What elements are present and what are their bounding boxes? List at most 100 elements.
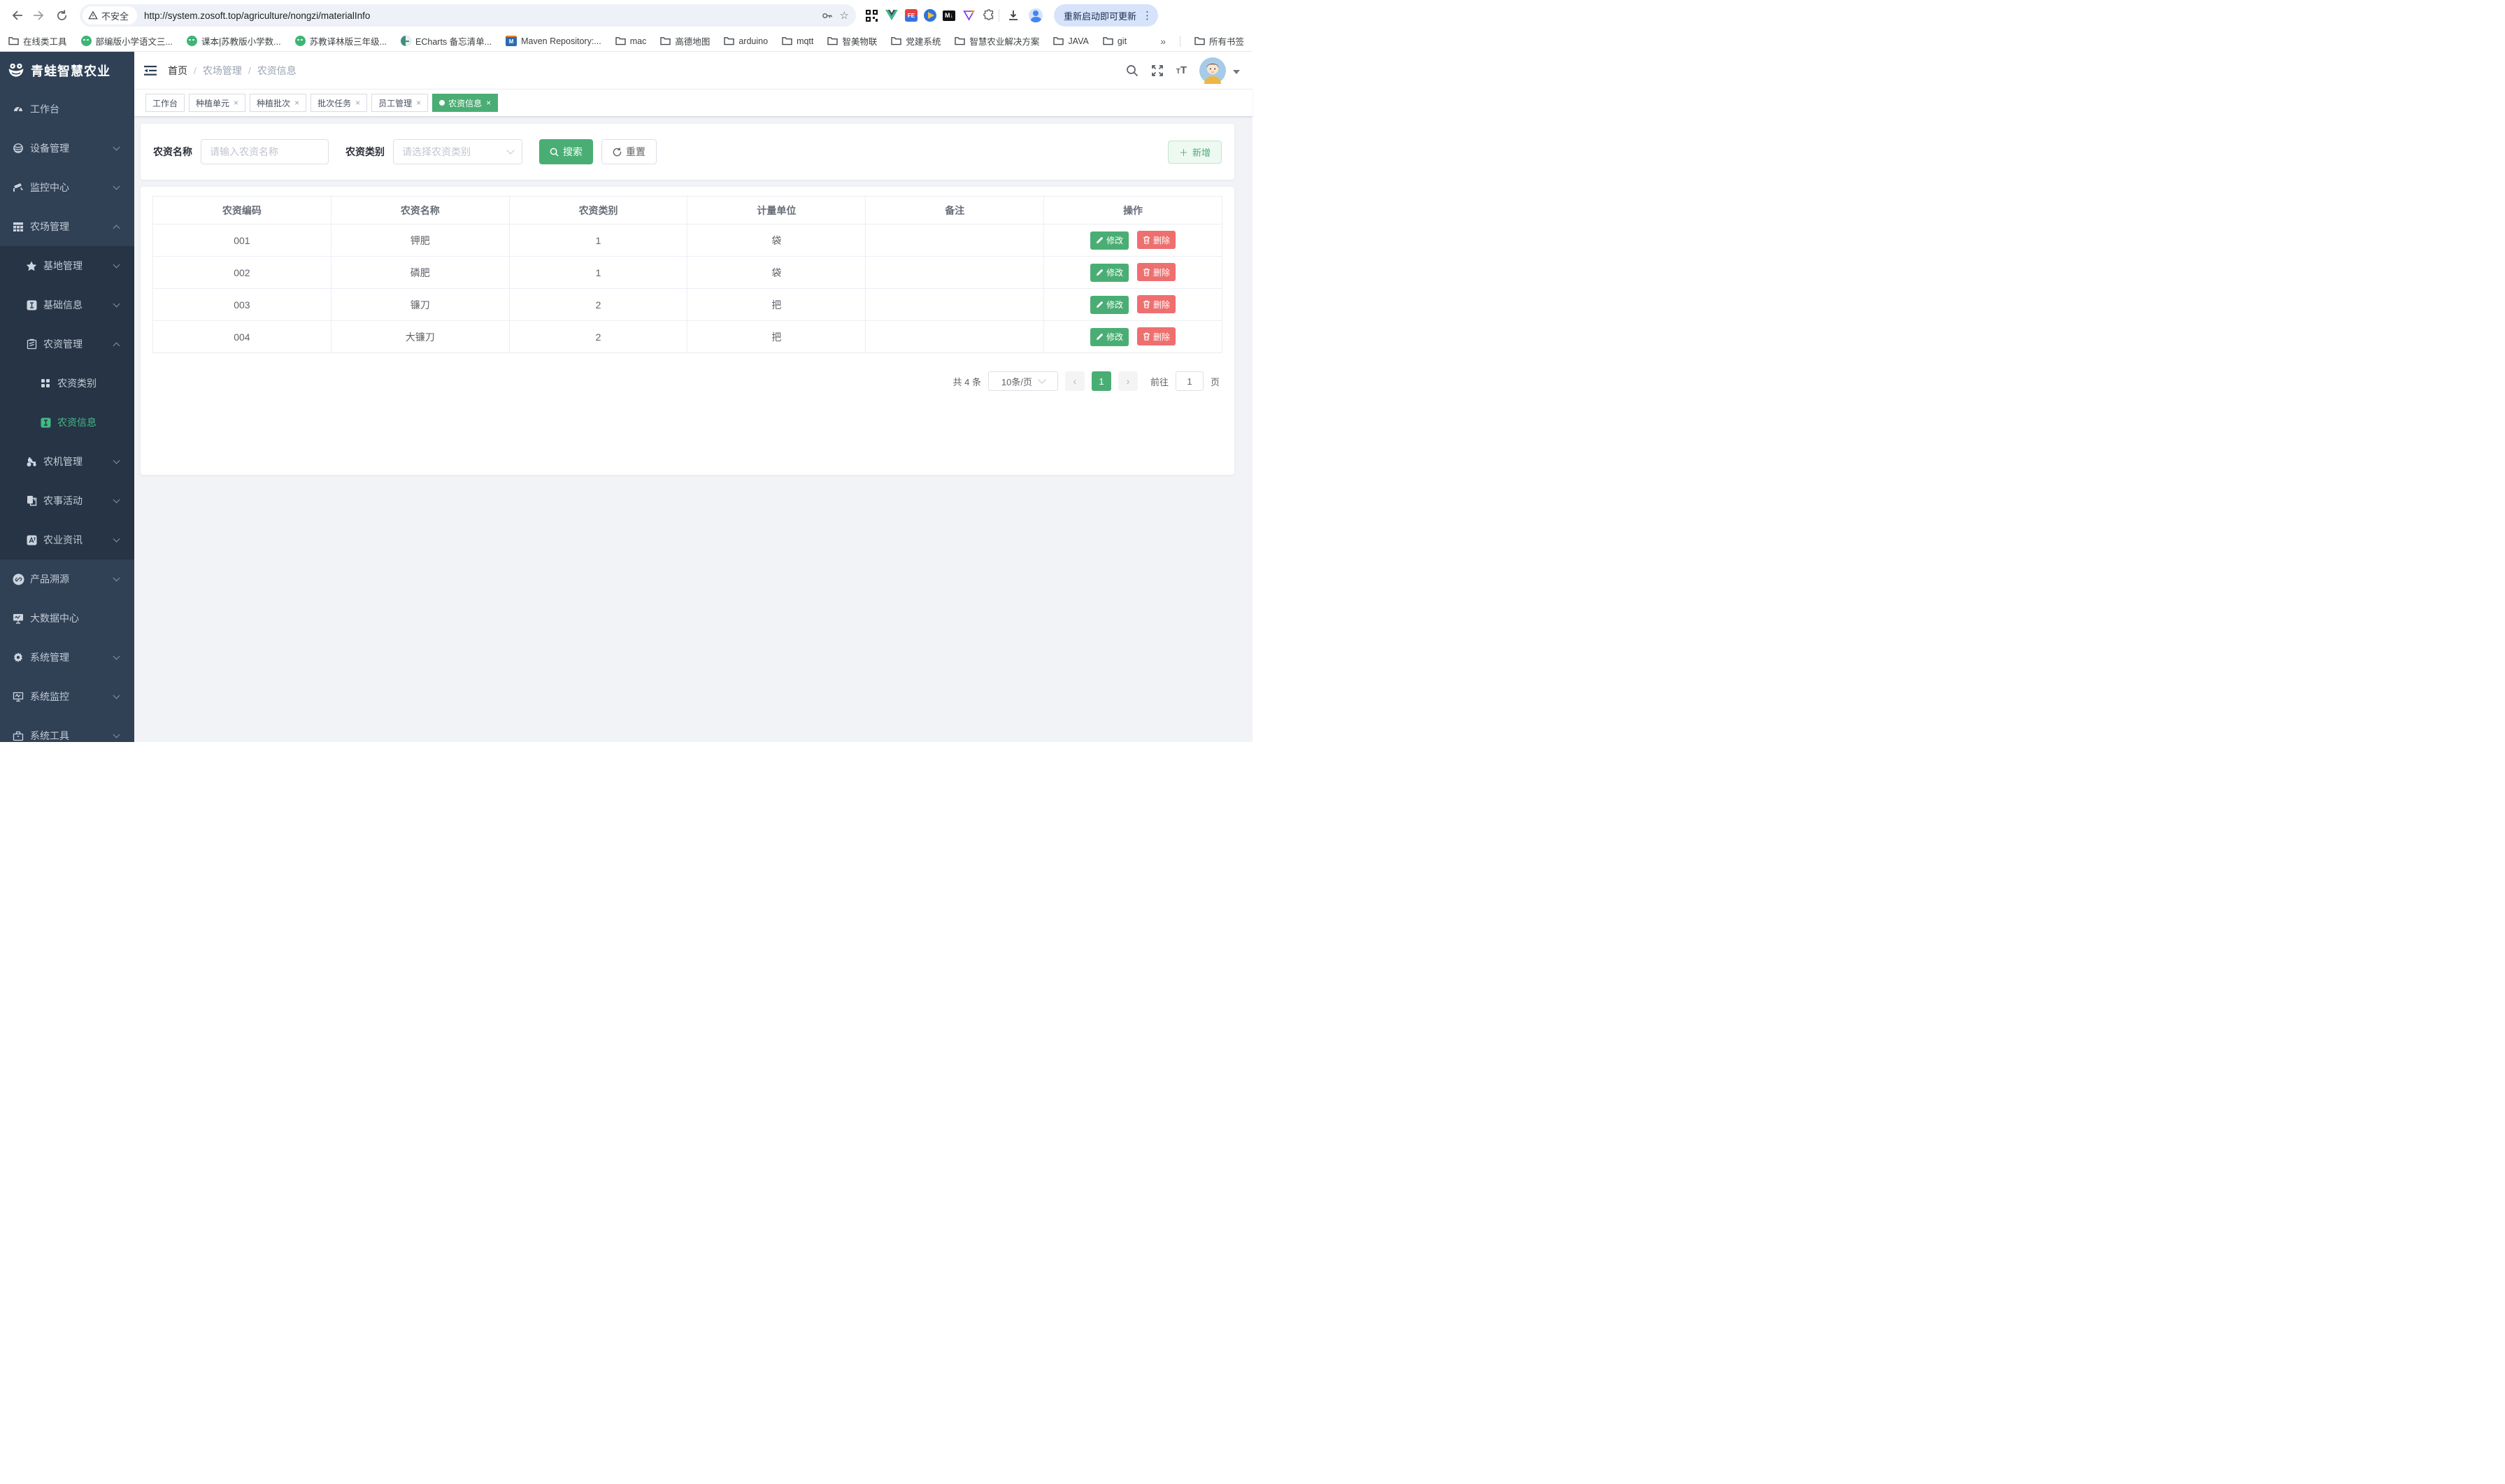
sidebar-item-traceability[interactable]: 产品溯源 [0,559,134,599]
delete-button[interactable]: 删除 [1137,263,1176,281]
close-icon[interactable]: × [234,98,238,108]
breadcrumb: 首页 / 农场管理 / 农资信息 [168,64,297,78]
table-card: 农资编码 农资名称 农资类别 计量单位 备注 操作 001 钾肥 1 [141,187,1234,475]
supplies-category-select[interactable]: 请选择农资类别 [393,139,522,164]
folder-icon [782,36,792,45]
bookmark-folder[interactable]: JAVA [1053,36,1088,46]
bookmark-folder[interactable]: 高德地图 [660,34,710,48]
sidebar-item-farming-activity[interactable]: 农事活动 [0,481,134,520]
tab-planting-unit[interactable]: 种植单元× [189,94,245,112]
bookmark-folder[interactable]: 在线类工具 [8,34,67,48]
tab-planting-batch[interactable]: 种植批次× [250,94,306,112]
edit-button[interactable]: 修改 [1090,264,1129,282]
next-page-button[interactable]: › [1118,371,1138,391]
bookmark-folder[interactable]: git [1103,36,1127,46]
breadcrumb-farm[interactable]: 农场管理 [203,64,242,78]
reload-icon[interactable] [50,4,73,27]
user-menu[interactable] [1199,57,1240,84]
sidebar-item-device-mgmt[interactable]: 设备管理 [0,129,134,168]
add-button[interactable]: ＋ 新增 [1168,141,1222,164]
extensions-puzzle-icon[interactable] [982,8,996,22]
bookmark-star-icon[interactable]: ☆ [840,9,849,22]
password-key-icon[interactable] [821,10,833,22]
page-size-select[interactable]: 10条/页 [988,371,1058,391]
close-icon[interactable]: × [486,98,491,108]
edit-button[interactable]: 修改 [1090,296,1129,314]
maven-icon: M [506,36,517,46]
reset-button[interactable]: 重置 [601,139,657,164]
bookmark-folder[interactable]: 智美物联 [827,34,877,48]
tab-workbench[interactable]: 工作台 [145,94,185,112]
security-label: 不安全 [101,9,129,22]
relaunch-update-button[interactable]: 重新启动即可更新 ⋮ [1054,4,1158,27]
tab-supplies-info[interactable]: 农资信息× [432,94,498,112]
active-dot [439,100,445,106]
goto-page-input[interactable] [1176,371,1204,391]
fe-helper-icon[interactable]: FE [905,9,918,22]
close-icon[interactable]: × [355,98,360,108]
tab-batch-task[interactable]: 批次任务× [311,94,367,112]
media-extension-icon[interactable] [924,9,936,22]
sidebar-item-supplies-category[interactable]: 农资类别 [0,364,134,403]
back-icon[interactable] [6,4,28,27]
address-bar[interactable]: 不安全 http://system.zosoft.top/agriculture… [80,4,856,27]
app-logo[interactable]: 青蛙智慧农业 [0,52,134,90]
col-header-name: 农资名称 [331,197,509,224]
sidebar-item-base-mgmt[interactable]: 基地管理 [0,246,134,285]
prev-page-button[interactable]: ‹ [1065,371,1085,391]
bookmark-item[interactable]: 部编版小学语文三... [81,34,173,48]
security-chip[interactable]: 不安全 [83,6,137,24]
sidebar-item-workbench[interactable]: 工作台 [0,90,134,129]
bookmark-item[interactable]: 课本|苏教版小学数... [187,34,281,48]
chevron-down-icon [113,183,120,190]
sidebar-fold-icon[interactable] [144,65,157,76]
vite-extension-icon[interactable] [962,8,976,22]
sidebar-item-machinery-mgmt[interactable]: 农机管理 [0,442,134,481]
search-button[interactable]: 搜索 [539,139,593,164]
close-icon[interactable]: × [294,98,299,108]
header-search-icon[interactable] [1126,64,1139,77]
bookmark-item[interactable]: ECharts 备忘清单... [401,34,492,48]
all-bookmarks-folder[interactable]: 所有书签 [1194,34,1244,48]
bookmarks-overflow-chevron[interactable]: » [1160,36,1166,47]
folder-icon [1103,36,1113,45]
bookmark-folder[interactable]: mac [615,36,647,46]
edit-button[interactable]: 修改 [1090,328,1129,346]
sidebar-item-system-monitor[interactable]: 系统监控 [0,677,134,716]
profile-avatar-icon[interactable] [1025,4,1047,27]
sidebar-item-monitor-center[interactable]: 监控中心 [0,168,134,207]
sidebar-item-farm-mgmt[interactable]: 农场管理 [0,207,134,246]
edit-button[interactable]: 修改 [1090,231,1129,250]
bookmark-folder[interactable]: arduino [724,36,768,46]
bookmark-folder[interactable]: mqtt [782,36,813,46]
downloads-icon[interactable] [1002,4,1025,27]
bookmark-folder[interactable]: 智慧农业解决方案 [955,34,1039,48]
avatar[interactable] [1199,57,1226,84]
delete-button[interactable]: 删除 [1137,327,1176,345]
current-page-button[interactable]: 1 [1092,371,1111,391]
vue-devtools-icon[interactable] [885,8,899,22]
breadcrumb-home[interactable]: 首页 [168,64,187,78]
sidebar-item-basic-info[interactable]: 基础信息 [0,285,134,324]
supplies-name-input[interactable] [201,139,329,164]
bookmark-item[interactable]: MMaven Repository:... [506,36,601,46]
forward-icon[interactable] [28,4,50,27]
sidebar-item-system-tools[interactable]: 系统工具 [0,716,134,742]
markdown-extension-icon[interactable]: M↓ [943,10,955,21]
qr-extension-icon[interactable] [864,8,878,22]
url-text[interactable]: http://system.zosoft.top/agriculture/non… [144,10,814,21]
sidebar-item-supplies-info[interactable]: 农资信息 [0,403,134,442]
fullscreen-icon[interactable] [1151,64,1164,77]
font-size-icon[interactable]: TT [1176,64,1187,76]
sidebar-item-bigdata-center[interactable]: 大数据中心 [0,599,134,638]
tab-employee-mgmt[interactable]: 员工管理× [371,94,428,112]
sidebar-item-system-mgmt[interactable]: 系统管理 [0,638,134,677]
bookmark-folder[interactable]: 党建系统 [891,34,941,48]
bookmark-item[interactable]: 苏教译林版三年级... [295,34,387,48]
delete-button[interactable]: 删除 [1137,231,1176,249]
browser-menu-icon[interactable]: ⋮ [1142,10,1152,21]
delete-button[interactable]: 删除 [1137,295,1176,313]
sidebar-item-supplies-mgmt[interactable]: 农资管理 [0,324,134,364]
close-icon[interactable]: × [416,98,421,108]
sidebar-item-agri-news[interactable]: 农业资讯 [0,520,134,559]
